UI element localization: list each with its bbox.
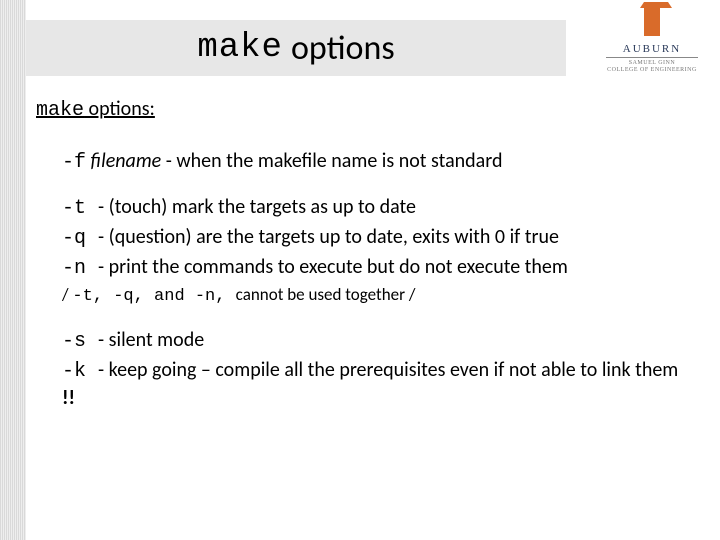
flag-t: -t xyxy=(62,197,98,220)
option-f-block: -f filename - when the makefile name is … xyxy=(36,148,692,176)
logo-sub1: SAMUEL GINN xyxy=(602,60,702,67)
dash: - xyxy=(98,195,109,219)
left-rail-decoration xyxy=(0,0,26,540)
slide: make options AUBURN SAMUEL GINN COLLEGE … xyxy=(0,0,720,540)
title-mono: make xyxy=(197,29,283,67)
logo-sub2: COLLEGE OF ENGINEERING xyxy=(602,67,702,74)
note-p5: cannot be used together / xyxy=(236,284,416,305)
option-k: -k - keep going – compile all the prereq… xyxy=(62,357,692,412)
note-block: / -t, -q, and -n, cannot be used togethe… xyxy=(36,284,692,309)
subtitle-mono: make xyxy=(36,99,84,122)
option-q: -q - (question) are the targets up to da… xyxy=(62,224,692,252)
desc-t: (touch) mark the targets as up to date xyxy=(109,195,416,219)
note-tqn: / -t, -q, and -n, cannot be used togethe… xyxy=(62,284,692,309)
flag-n: -n xyxy=(62,257,98,280)
slide-title: make options xyxy=(26,20,566,76)
flag-q: -q xyxy=(62,227,98,250)
note-p4: -n, xyxy=(185,287,236,306)
option-s: -s - silent mode xyxy=(62,327,692,355)
desc-k: keep going – compile all the prerequisit… xyxy=(109,358,679,382)
subtitle: make options: xyxy=(36,96,692,124)
dash: - xyxy=(98,225,109,249)
slide-body: make options: -f filename - when the mak… xyxy=(26,96,702,414)
note-p1: / xyxy=(62,284,72,305)
dash: - xyxy=(98,358,109,382)
option-t: -t - (touch) mark the targets as up to d… xyxy=(62,194,692,222)
auburn-logo: AUBURN SAMUEL GINN COLLEGE OF ENGINEERIN… xyxy=(602,8,702,73)
flag-s: -s xyxy=(62,330,98,353)
desc-q: (question) are the targets up to date, e… xyxy=(109,225,559,249)
desc-n: print the commands to execute but do not… xyxy=(109,255,568,279)
desc-s: silent mode xyxy=(109,328,204,352)
flag-k: -k xyxy=(62,360,98,383)
subtitle-rest: options: xyxy=(84,97,155,121)
option-f: -f filename - when the makefile name is … xyxy=(62,148,692,176)
desc-f: when the makefile name is not standard xyxy=(176,149,502,173)
tower-icon xyxy=(644,8,660,36)
dash: - xyxy=(161,149,176,173)
logo-name: AUBURN xyxy=(602,43,702,55)
title-rest: options xyxy=(291,28,395,69)
logo-divider xyxy=(606,57,698,58)
dash: - xyxy=(98,328,109,352)
arg-filename: filename xyxy=(86,149,161,173)
note-p3: and xyxy=(154,287,185,306)
exclaim: !! xyxy=(62,386,75,410)
option-n: -n - print the commands to execute but d… xyxy=(62,254,692,282)
flag-f: -f xyxy=(62,151,86,174)
dash: - xyxy=(98,255,109,279)
note-p2: -t, -q, xyxy=(72,287,154,306)
